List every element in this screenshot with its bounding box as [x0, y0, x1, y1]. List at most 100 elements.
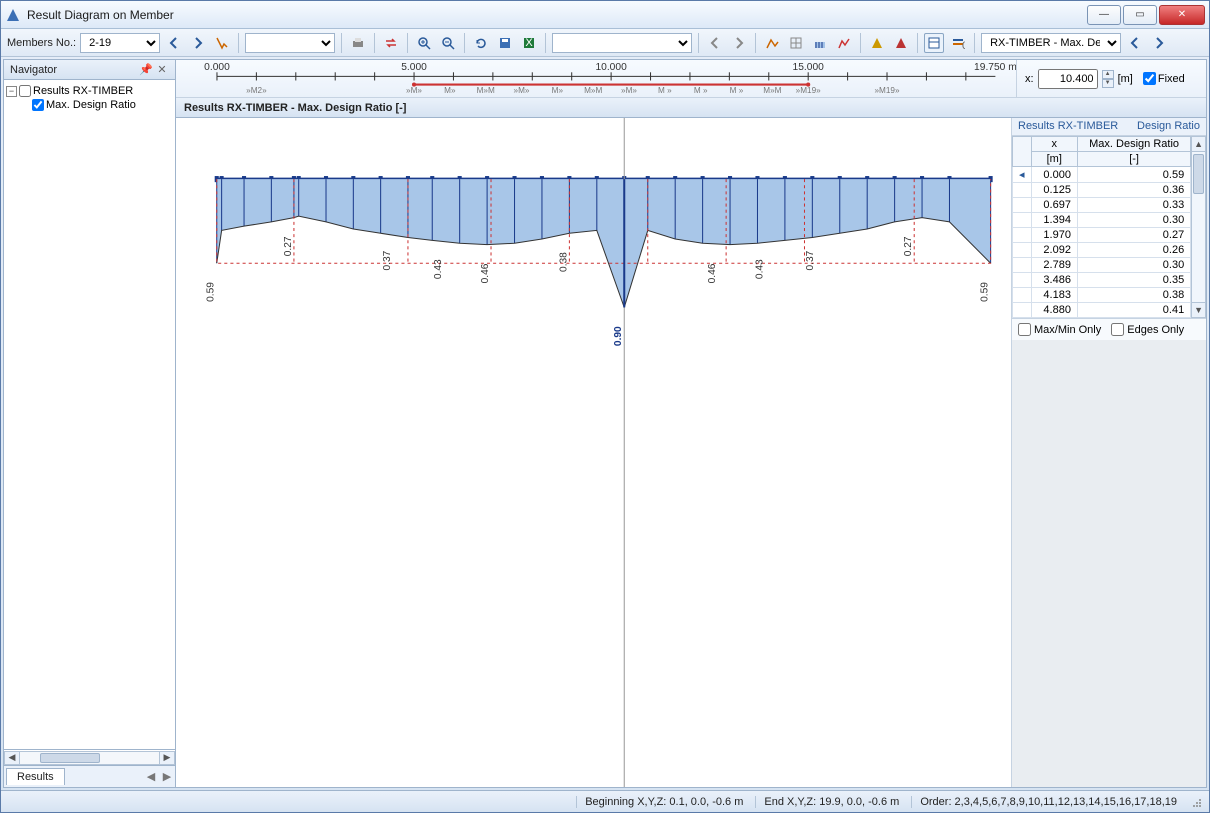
- col-x-unit: [m]: [1031, 152, 1077, 167]
- svg-text:19.750 m: 19.750 m: [974, 62, 1016, 73]
- members-select[interactable]: 2-19: [80, 33, 160, 53]
- table-options: Max/Min Only Edges Only: [1012, 318, 1206, 340]
- resize-grip-icon[interactable]: [1189, 795, 1203, 809]
- edges-checkbox[interactable]: [1111, 323, 1124, 336]
- fixed-checkbox[interactable]: [1143, 72, 1156, 85]
- table-row[interactable]: 4.1830.38: [1013, 288, 1191, 303]
- ruler-row: 0.0005.00010.00015.00019.750 m»M2»»M19»»…: [176, 60, 1206, 98]
- table-toggle-icon[interactable]: [924, 33, 944, 53]
- svg-text:»M19»: »M19»: [796, 86, 821, 95]
- prev-member-button[interactable]: [164, 33, 184, 53]
- col-ratio-header: Max. Design Ratio: [1077, 137, 1190, 152]
- diagram-style-icon[interactable]: [834, 33, 854, 53]
- tab-results[interactable]: Results: [6, 768, 65, 785]
- reverse-icon[interactable]: [381, 33, 401, 53]
- vscroll-track[interactable]: [1191, 152, 1206, 302]
- table-row[interactable]: 2.0920.26: [1013, 243, 1191, 258]
- svg-text:0.59: 0.59: [980, 282, 991, 302]
- members-label: Members No.:: [7, 37, 76, 49]
- pin-icon[interactable]: 📌: [139, 63, 153, 77]
- tab-scroll-left-icon[interactable]: ◀: [143, 768, 159, 786]
- x-spin-down-icon[interactable]: ▼: [1102, 79, 1114, 88]
- minimize-button[interactable]: —: [1087, 5, 1121, 25]
- navigator-header: Navigator 📌 ✕: [4, 60, 175, 80]
- svg-text:M»M: M»M: [584, 86, 602, 95]
- table-row[interactable]: 4.8800.41: [1013, 303, 1191, 318]
- table-row[interactable]: 1.9700.27: [1013, 228, 1191, 243]
- maxmin-checkbox[interactable]: [1018, 323, 1031, 336]
- show-hatch-icon[interactable]: [810, 33, 830, 53]
- svg-text:0.59: 0.59: [206, 282, 217, 302]
- loadcase-select[interactable]: [245, 33, 335, 53]
- table-row[interactable]: 1.3940.30: [1013, 213, 1191, 228]
- status-order: Order: 2,3,4,5,6,7,8,9,10,11,12,13,14,15…: [911, 796, 1177, 808]
- nav-first-icon[interactable]: [705, 33, 725, 53]
- svg-text:M »: M »: [658, 86, 672, 95]
- vscroll-up-icon[interactable]: ▲: [1191, 136, 1206, 152]
- next-member-button[interactable]: [188, 33, 208, 53]
- navigator-hscroll[interactable]: ◀ ▶: [4, 749, 175, 765]
- results-table-header: Results RX-TIMBER Design Ratio: [1012, 118, 1206, 136]
- results-table-panel: Results RX-TIMBER Design Ratio x Max. De…: [1011, 118, 1206, 787]
- svg-text:M»M: M»M: [477, 86, 495, 95]
- svg-text:M»: M»: [552, 86, 564, 95]
- settings-icon[interactable]: 0.00: [948, 33, 968, 53]
- hscroll-right-icon[interactable]: ▶: [159, 751, 175, 765]
- tree-root-label: Results RX-TIMBER: [33, 85, 133, 97]
- child-checkbox[interactable]: [32, 99, 44, 111]
- hscroll-left-icon[interactable]: ◀: [4, 751, 20, 765]
- x-input[interactable]: [1038, 69, 1098, 89]
- table-row[interactable]: 0.6970.33: [1013, 198, 1191, 213]
- pick-member-icon[interactable]: [212, 33, 232, 53]
- save-icon[interactable]: [495, 33, 515, 53]
- x-label: x:: [1025, 73, 1034, 85]
- tree-child-label: Max. Design Ratio: [46, 99, 136, 111]
- limit-b-icon[interactable]: [891, 33, 911, 53]
- tab-scroll-right-icon[interactable]: ▶: [159, 768, 175, 786]
- maxmin-label: Max/Min Only: [1034, 324, 1101, 336]
- excel-export-icon[interactable]: X: [519, 33, 539, 53]
- table-vscroll[interactable]: ▲ ▼: [1191, 136, 1206, 318]
- vscroll-down-icon[interactable]: ▼: [1191, 302, 1206, 318]
- diagram-plot[interactable]: 0.590.270.370.430.460.380.460.430.370.27…: [176, 118, 1011, 787]
- navigator-tree[interactable]: − Results RX-TIMBER Max. Design Ratio: [4, 80, 175, 749]
- tree-child[interactable]: Max. Design Ratio: [6, 98, 173, 112]
- show-values-icon[interactable]: [762, 33, 782, 53]
- table-row[interactable]: 0.1250.36: [1013, 183, 1191, 198]
- result-module-select[interactable]: RX-TIMBER - Max. Desigr: [981, 33, 1121, 53]
- module-prev-icon[interactable]: [1125, 33, 1145, 53]
- print-icon[interactable]: [348, 33, 368, 53]
- show-grid-icon[interactable]: [786, 33, 806, 53]
- table-row[interactable]: ◂0.0000.59: [1013, 167, 1191, 183]
- center-pane: 0.0005.00010.00015.00019.750 m»M2»»M19»»…: [176, 60, 1206, 787]
- collapse-icon[interactable]: −: [6, 86, 17, 97]
- results-table[interactable]: x Max. Design Ratio [m] [-] ◂0.0000.590.…: [1012, 136, 1191, 318]
- table-row[interactable]: 2.7890.30: [1013, 258, 1191, 273]
- x-unit: [m]: [1118, 73, 1133, 85]
- svg-text:0.38: 0.38: [558, 252, 569, 272]
- close-pane-icon[interactable]: ✕: [155, 63, 169, 77]
- module-next-icon[interactable]: [1149, 33, 1169, 53]
- svg-text:0.27: 0.27: [903, 236, 914, 256]
- zoom-out-icon[interactable]: [438, 33, 458, 53]
- zoom-in-icon[interactable]: [414, 33, 434, 53]
- tree-root[interactable]: − Results RX-TIMBER: [6, 84, 173, 98]
- x-spin-up-icon[interactable]: ▲: [1102, 70, 1114, 79]
- title-bar: Result Diagram on Member — ▭ ✕: [1, 1, 1209, 29]
- hscroll-thumb[interactable]: [40, 753, 100, 763]
- root-checkbox[interactable]: [19, 85, 31, 97]
- svg-text:M»M: M»M: [763, 86, 781, 95]
- nav-last-icon[interactable]: [729, 33, 749, 53]
- smoothing-select[interactable]: [552, 33, 692, 53]
- maximize-button[interactable]: ▭: [1123, 5, 1157, 25]
- diagram-area: 0.590.270.370.430.460.380.460.430.370.27…: [176, 118, 1206, 787]
- close-button[interactable]: ✕: [1159, 5, 1205, 25]
- vscroll-thumb[interactable]: [1193, 154, 1204, 194]
- hscroll-track[interactable]: [20, 751, 159, 765]
- limit-a-icon[interactable]: [867, 33, 887, 53]
- app-window: Result Diagram on Member — ▭ ✕ Members N…: [0, 0, 1210, 813]
- table-row[interactable]: 3.4860.35: [1013, 273, 1191, 288]
- svg-text:M »: M »: [730, 86, 744, 95]
- svg-text:0.46: 0.46: [480, 263, 491, 283]
- refresh-icon[interactable]: [471, 33, 491, 53]
